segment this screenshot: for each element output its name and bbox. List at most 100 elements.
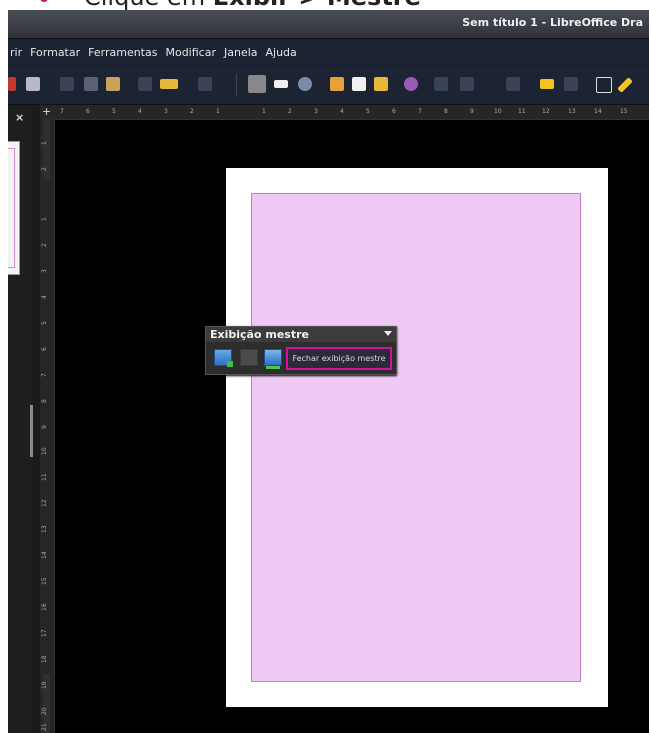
- app-window: Sem título 1 - LibreOffice Dra rir Forma…: [8, 10, 649, 733]
- horizontal-ruler[interactable]: + 7 6 5 4 3 2 1 1 2 3 4 5 6 7 8 9 10 11 …: [40, 105, 649, 120]
- ruler-tick: 10: [41, 447, 48, 455]
- insert-image-icon[interactable]: [330, 77, 344, 91]
- ruler-tick: 14: [41, 551, 48, 559]
- ruler-tick: 3: [164, 108, 168, 115]
- ruler-tick: 1: [41, 217, 48, 221]
- menu-bar: rir Formatar Ferramentas Modificar Janel…: [8, 39, 649, 65]
- close-master-view-button[interactable]: Fechar exibição mestre: [286, 347, 392, 370]
- master-view-toolbar-header[interactable]: Exibição mestre: [206, 327, 396, 342]
- ruler-tick: 6: [392, 108, 396, 115]
- vertical-ruler[interactable]: 1 2 1 2 3 4 5 6 7 8 9 10 11 12 13 14 15 …: [40, 119, 55, 733]
- ruler-tick: 18: [41, 655, 48, 663]
- ruler-tick: 5: [366, 108, 370, 115]
- ruler-tick: 4: [41, 295, 48, 299]
- window-title: Sem título 1 - LibreOffice Dra: [462, 16, 643, 29]
- menu-item-ferramentas[interactable]: Ferramentas: [84, 46, 161, 59]
- ruler-tick: 5: [112, 108, 116, 115]
- ruler-tick: 15: [41, 577, 48, 585]
- export-pdf-icon[interactable]: [8, 77, 16, 91]
- menu-item-formatar[interactable]: Formatar: [26, 46, 84, 59]
- ruler-tick: 2: [41, 243, 48, 247]
- undo-icon[interactable]: [160, 79, 178, 89]
- ruler-tick: 4: [138, 108, 142, 115]
- ruler-tick: 11: [518, 108, 526, 115]
- ruler-tick: 13: [568, 108, 576, 115]
- transformations-icon[interactable]: [404, 77, 418, 91]
- align-icon[interactable]: [434, 77, 448, 91]
- ruler-tick: 13: [41, 525, 48, 533]
- ruler-tick: 12: [542, 108, 550, 115]
- ruler-tick: 3: [41, 269, 48, 273]
- ruler-tick: 7: [41, 373, 48, 377]
- helplines-icon[interactable]: [274, 80, 288, 88]
- ruler-tick: 6: [86, 108, 90, 115]
- points-icon[interactable]: [596, 77, 612, 93]
- page-margin-area[interactable]: [251, 193, 581, 682]
- ruler-tick: 21: [41, 723, 48, 731]
- redo-icon[interactable]: [198, 77, 212, 91]
- crop-icon[interactable]: [564, 77, 578, 91]
- master-view-toolbar-title: Exibição mestre: [210, 328, 309, 341]
- distribute-icon[interactable]: [506, 77, 520, 91]
- ruler-tick: 20: [41, 707, 48, 715]
- draw-function-icon[interactable]: [617, 77, 633, 93]
- ruler-tick: 3: [314, 108, 318, 115]
- master-view-toolbar: Exibição mestre Fechar exibição mestre: [205, 326, 397, 375]
- tutorial-caption: Clique em Exibir > Mestre: [40, 0, 421, 9]
- ruler-tick: 1: [216, 108, 220, 115]
- ruler-tick: 1: [41, 141, 48, 145]
- ruler-tick: 4: [340, 108, 344, 115]
- rename-master-icon[interactable]: [264, 349, 282, 369]
- cut-icon[interactable]: [60, 77, 74, 91]
- ruler-tick: 2: [288, 108, 292, 115]
- ruler-tick: 1: [262, 108, 266, 115]
- menu-item-janela[interactable]: Janela: [220, 46, 262, 59]
- fontwork-icon[interactable]: [374, 77, 388, 91]
- ruler-tick: 8: [41, 399, 48, 403]
- pane-splitter-handle[interactable]: [30, 405, 33, 457]
- menu-item-modificar[interactable]: Modificar: [161, 46, 220, 59]
- ruler-tick: 7: [60, 108, 64, 115]
- ruler-tick: 6: [41, 347, 48, 351]
- ruler-tick: 10: [494, 108, 502, 115]
- slide-pane: ×: [8, 105, 33, 733]
- ruler-tick: 11: [41, 473, 48, 481]
- copy-icon[interactable]: [84, 77, 98, 91]
- master-page[interactable]: [226, 168, 608, 707]
- toolbar-menu-chevron-icon[interactable]: [384, 331, 392, 336]
- menu-item-ajuda[interactable]: Ajuda: [262, 46, 301, 59]
- page-thumbnail[interactable]: [8, 141, 20, 275]
- menu-item-inserir[interactable]: rir: [8, 46, 26, 59]
- delete-master-icon[interactable]: [240, 349, 258, 366]
- arrange-icon[interactable]: [460, 77, 474, 91]
- ruler-tick: 2: [41, 167, 48, 171]
- standard-toolbar: [8, 66, 649, 105]
- ruler-tick: 19: [41, 681, 48, 689]
- title-bar[interactable]: Sem título 1 - LibreOffice Dra: [8, 10, 649, 39]
- ruler-tick: 12: [41, 499, 48, 507]
- ruler-tick: 9: [470, 108, 474, 115]
- toolbar-separator: [236, 74, 237, 96]
- ruler-origin-icon: +: [42, 105, 52, 118]
- ruler-tick: 8: [444, 108, 448, 115]
- ruler-tick: 5: [41, 321, 48, 325]
- grid-icon[interactable]: [248, 75, 266, 93]
- ruler-tick: 9: [41, 425, 48, 429]
- ruler-tick: 2: [190, 108, 194, 115]
- shadow-icon[interactable]: [540, 79, 554, 89]
- ruler-tick: 15: [620, 108, 628, 115]
- close-pane-icon[interactable]: ×: [15, 111, 24, 124]
- ruler-tick: 14: [594, 108, 602, 115]
- clone-formatting-icon[interactable]: [138, 77, 152, 91]
- insert-textbox-icon[interactable]: [352, 77, 366, 91]
- drawing-canvas[interactable]: Exibição mestre Fechar exibição mestre: [55, 120, 649, 733]
- ruler-tick: 7: [418, 108, 422, 115]
- ruler-tick: 16: [41, 603, 48, 611]
- paste-icon[interactable]: [106, 77, 120, 91]
- new-master-icon[interactable]: [214, 349, 233, 367]
- zoom-icon[interactable]: [298, 77, 312, 91]
- bullet-icon: [40, 0, 48, 2]
- print-icon[interactable]: [26, 77, 40, 91]
- ruler-tick: 17: [41, 629, 48, 637]
- thumbnail-margin: [8, 148, 15, 268]
